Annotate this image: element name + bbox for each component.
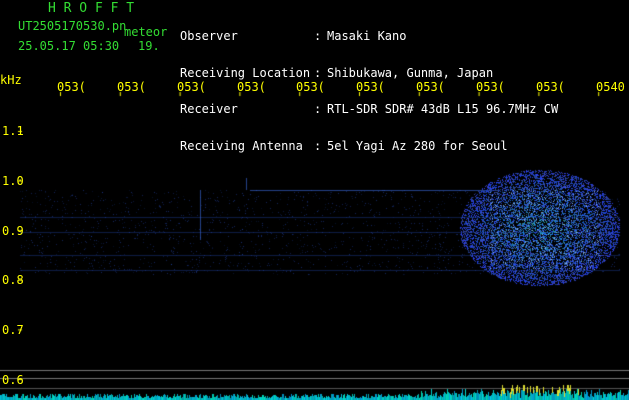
app-title: H R O F F T: [48, 1, 135, 16]
x-tick-label: 053(: [476, 80, 505, 94]
x-tick-label: 053(: [177, 80, 206, 94]
meta-label-receiver: Receiver: [180, 102, 238, 116]
meta-value-receiver: RTL-SDR SDR# 43dB L15 96.7MHz CW: [327, 102, 559, 116]
y-tick-label: 1.1: [2, 124, 24, 138]
datetime-label: 25.05.17 05:30: [18, 39, 120, 53]
meta-value-location: Shibukawa, Gunma, Japan: [327, 65, 494, 80]
filename-label: UT2505170530.pn: [18, 19, 127, 33]
x-tick-label: 053(: [296, 80, 325, 94]
y-tick-label: 0.7: [2, 323, 24, 337]
x-tick-label: 053(: [416, 80, 445, 94]
y-tick-label: 0.8: [2, 273, 24, 287]
meteor-label: meteor: [124, 25, 168, 39]
y-axis-unit: kHz: [0, 73, 22, 87]
x-tick-label: 053(: [117, 80, 146, 94]
meta-label-location: Receiving Location: [180, 65, 311, 80]
y-tick-label: 0.6: [2, 373, 24, 387]
x-tick-label: 053(: [237, 80, 266, 94]
meta-label-observer: Observer: [180, 29, 238, 43]
x-tick-label: 0540: [596, 80, 625, 94]
y-tick-label: 0.9: [2, 224, 24, 238]
y-tick-label: 1.0: [2, 174, 24, 188]
meta-value-observer: Masaki Kano: [327, 29, 407, 43]
meta-label-antenna: Receiving Antenna: [180, 138, 303, 153]
x-tick-label: 053(: [57, 80, 86, 94]
x-tick-label: 053(: [536, 80, 565, 94]
x-tick-label: 053(: [356, 80, 385, 94]
meta-value-antenna: 5el Yagi Az 280 for Seoul: [327, 138, 508, 153]
meteor-count: 19.: [138, 39, 160, 53]
